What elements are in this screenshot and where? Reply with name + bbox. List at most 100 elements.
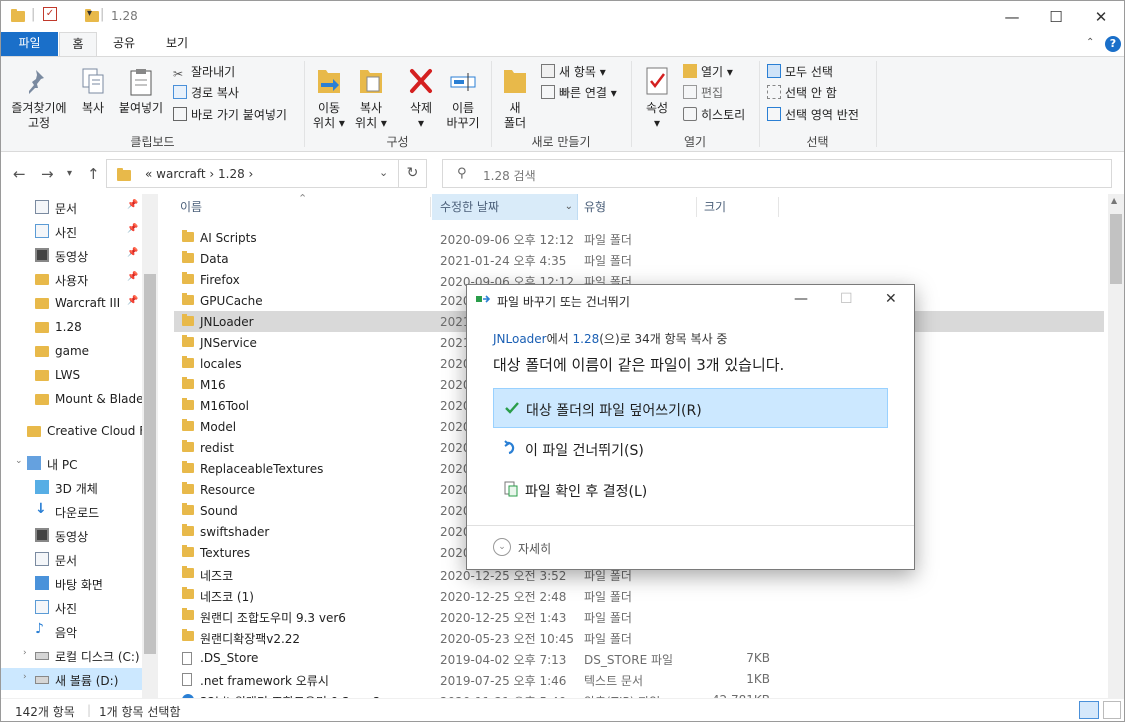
nav-item[interactable]: 1.28 — [1, 316, 142, 338]
tab-home[interactable]: 홈 — [59, 32, 97, 56]
dialog-minimize-button[interactable]: — — [794, 291, 808, 307]
easy-access-button[interactable]: 빠른 연결 ▾ — [541, 84, 617, 102]
nav-item[interactable]: › 새 볼륨 (D:) — [1, 668, 142, 690]
replace-files-option[interactable]: 대상 폴더의 파일 덮어쓰기(R) — [493, 388, 888, 428]
paste-shortcut-button[interactable]: 바로 가기 붙여넣기 — [173, 106, 287, 124]
nav-item[interactable]: › 로컬 디스크 (C:) — [1, 644, 142, 666]
dest-folder-link[interactable]: 1.28 — [573, 332, 600, 346]
details-view-icon[interactable] — [1079, 701, 1099, 719]
customize-quick-access-icon[interactable]: ▾ — [87, 8, 92, 26]
nav-item[interactable]: ♪ 음악 — [1, 620, 142, 642]
nav-item[interactable]: 사진 — [1, 596, 142, 618]
file-list-scrollbar[interactable]: ▲ — [1108, 194, 1124, 698]
pin-icon[interactable]: 📌 — [127, 224, 138, 234]
expand-chevron-icon[interactable]: ⌄ — [15, 456, 23, 466]
maximize-button[interactable]: ☐ — [1033, 1, 1079, 32]
new-folder-button[interactable]: 새 폴더 — [497, 65, 533, 131]
column-filter-icon[interactable]: ⌄ — [565, 194, 573, 220]
chevron-down-icon[interactable]: ⌄ — [493, 538, 511, 556]
file-icon — [182, 652, 192, 665]
column-header-size[interactable]: 크기 — [704, 194, 784, 220]
tab-file[interactable]: 파일 — [1, 32, 58, 56]
nav-item[interactable]: 사진 📌 — [1, 220, 142, 242]
file-row[interactable]: 원랜디확장팩v2.22 2020-05-23 오전 10:45 파일 폴더 — [174, 626, 1104, 647]
collapse-ribbon-icon[interactable]: ⌃ — [1086, 37, 1094, 48]
pin-icon[interactable]: 📌 — [127, 200, 138, 210]
more-details-button[interactable]: 자세히 — [518, 540, 551, 557]
nav-item[interactable]: game — [1, 340, 142, 362]
nav-scrollbar-thumb[interactable] — [144, 274, 156, 654]
pin-icon[interactable]: 📌 — [127, 272, 138, 282]
file-row[interactable]: .DS_Store 2019-04-02 오후 7:13 DS_STORE 파일 7K… — [174, 647, 1104, 668]
refresh-icon[interactable]: ↻ — [399, 159, 427, 188]
close-button[interactable]: ✕ — [1078, 1, 1124, 32]
open-button[interactable]: 열기 ▾ — [683, 63, 733, 81]
file-row[interactable]: 원랜디 조합도우미 9.3 ver6 2020-12-25 오전 1:43 파일 폴… — [174, 605, 1104, 626]
copy-to-button[interactable]: 복사 위치 ▾ — [351, 65, 391, 131]
nav-item[interactable]: 사용자 📌 — [1, 268, 142, 290]
column-header-date[interactable]: 수정한 날짜 ⌄ — [432, 194, 578, 220]
nav-item[interactable]: 바탕 화면 — [1, 572, 142, 594]
search-box[interactable]: ⚲ 1.28 검색 — [442, 159, 1112, 188]
column-divider[interactable] — [696, 197, 697, 217]
video-icon — [35, 248, 49, 262]
recent-locations-icon[interactable]: ▾ — [67, 168, 72, 179]
nav-item[interactable]: LWS — [1, 364, 142, 386]
forward-arrow-icon[interactable]: → — [41, 165, 54, 183]
file-row[interactable]: Data 2021-01-24 오후 4:35 파일 폴더 — [174, 248, 1104, 269]
properties-button[interactable]: 속성 ▾ — [639, 65, 675, 131]
file-row[interactable]: AI Scripts 2020-09-06 오후 12:12 파일 폴더 — [174, 227, 1104, 248]
history-button[interactable]: 히스토리 — [683, 106, 745, 124]
delete-button[interactable]: 삭제 ▾ — [403, 65, 439, 131]
scroll-up-icon[interactable]: ▲ — [1111, 196, 1117, 205]
paste-button[interactable]: 붙여넣기 — [115, 67, 167, 116]
file-row[interactable]: 네즈코 (1) 2020-12-25 오전 2:48 파일 폴더 — [174, 584, 1104, 605]
select-all-button[interactable]: 모두 선택 — [767, 63, 833, 81]
tab-view[interactable]: 보기 — [153, 32, 201, 56]
dialog-close-button[interactable]: ✕ — [885, 291, 897, 307]
copy-path-button[interactable]: 경로 복사 — [173, 84, 239, 102]
expand-chevron-icon[interactable]: › — [23, 672, 27, 682]
skip-files-option[interactable]: 이 파일 건너뛰기(S) — [493, 429, 888, 469]
cut-button[interactable]: ✂ 잘라내기 — [173, 63, 235, 81]
help-icon[interactable]: ? — [1105, 36, 1121, 52]
nav-item[interactable]: Warcraft III 📌 — [1, 292, 142, 314]
expand-chevron-icon[interactable]: › — [23, 648, 27, 658]
nav-item[interactable]: 문서 📌 — [1, 196, 142, 218]
nav-item[interactable]: 3D 개체 — [1, 476, 142, 498]
tab-share[interactable]: 공유 — [101, 32, 147, 56]
column-divider[interactable] — [778, 197, 779, 217]
nav-item[interactable]: 문서 — [1, 548, 142, 570]
address-dropdown-icon[interactable]: ⌄ — [379, 166, 388, 179]
minimize-button[interactable]: — — [989, 1, 1035, 32]
file-list-scrollbar-thumb[interactable] — [1110, 214, 1122, 284]
pin-to-quick-access-button[interactable]: 즐겨찾기에 고정 — [7, 67, 71, 131]
pin-icon[interactable]: 📌 — [127, 296, 138, 306]
properties-quick-icon[interactable]: ✓ — [43, 7, 57, 21]
up-arrow-icon[interactable]: ↑ — [87, 165, 100, 183]
address-bar[interactable]: « warcraft › 1.28 › ⌄ — [106, 159, 399, 188]
copy-button[interactable]: 복사 — [75, 67, 111, 116]
pin-icon[interactable]: 📌 — [127, 248, 138, 258]
large-icons-view-icon[interactable] — [1103, 701, 1121, 719]
rename-button[interactable]: 이름 바꾸기 — [443, 65, 483, 131]
column-divider[interactable] — [430, 197, 431, 217]
nav-item[interactable]: ↓ 다운로드 — [1, 500, 142, 522]
source-folder-link[interactable]: JNLoader — [493, 332, 547, 346]
nav-item[interactable]: 동영상 — [1, 524, 142, 546]
file-row[interactable]: 32bit 원랜디 조합도우미 9.3 ver22020-11-21 오후 5:… — [174, 689, 1104, 698]
nav-item[interactable]: Mount & Blade — [1, 388, 144, 410]
back-arrow-icon[interactable]: ← — [13, 165, 26, 183]
new-item-button[interactable]: 새 항목 ▾ — [541, 63, 606, 81]
file-row[interactable]: .net framework 오류시 2019-07-25 오후 1:46 텍스트 … — [174, 668, 1104, 689]
nav-item[interactable]: Creative Cloud Fil — [1, 420, 152, 442]
nav-item[interactable]: ⌄ 내 PC — [1, 452, 142, 474]
nav-item[interactable]: 동영상 📌 — [1, 244, 142, 266]
decide-each-option[interactable]: 파일 확인 후 결정(L) — [493, 470, 888, 510]
edit-button[interactable]: 편집 — [683, 84, 723, 102]
column-header-type[interactable]: 유형 — [584, 194, 694, 220]
invert-selection-button[interactable]: 선택 영역 반전 — [767, 106, 859, 124]
nav-scrollbar[interactable] — [142, 194, 158, 698]
move-to-button[interactable]: 이동 위치 ▾ — [309, 65, 349, 131]
select-none-button[interactable]: 선택 안 함 — [767, 84, 837, 102]
